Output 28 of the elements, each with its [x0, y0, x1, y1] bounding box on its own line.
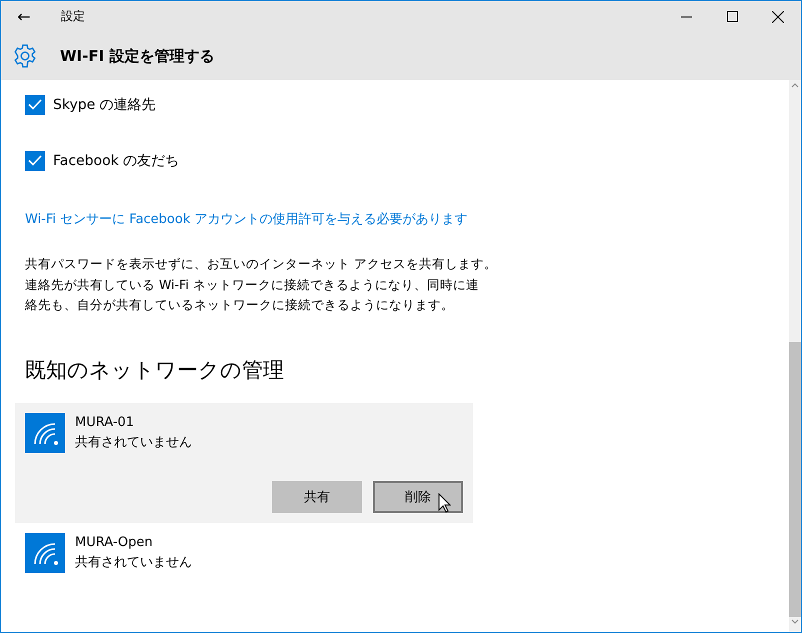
- checkbox[interactable]: [25, 94, 45, 114]
- permission-link[interactable]: Wi-Fi センサーに Facebook アカウントの使用許可を与える必要があります: [25, 210, 468, 228]
- maximize-icon: [726, 11, 738, 22]
- network-name: MURA-01: [75, 414, 136, 432]
- checkmark-icon: [28, 155, 42, 166]
- pointer-icon: [438, 492, 451, 512]
- network-status: 共有されていません: [75, 554, 192, 572]
- network-item[interactable]: MURA-Open 共有されていません: [15, 522, 473, 582]
- network-status: 共有されていません: [75, 434, 192, 452]
- close-icon: [772, 10, 784, 22]
- checkbox[interactable]: [25, 150, 45, 170]
- wifi-icon: [25, 532, 65, 572]
- back-button[interactable]: ←: [1, 7, 47, 26]
- scrollbar[interactable]: [789, 80, 801, 632]
- window-title: 設定: [61, 8, 86, 25]
- wifi-icon: [25, 412, 65, 452]
- share-button[interactable]: 共有: [272, 480, 362, 512]
- section-heading: 既知のネットワークの管理: [25, 356, 285, 384]
- description-text: 共有パスワードを表示せずに、お互いのインターネット アクセスを共有します。 連絡先が共有している Wi-Fi ネットワークに接続できるようになり、同時に連 絡先も、自分が共有しているネットワークに接続できるようになります。: [25, 255, 498, 314]
- page-title: WI-FI 設定を管理する: [60, 46, 214, 66]
- delete-button[interactable]: 削除: [373, 480, 463, 512]
- checkbox-label: Facebook の友だち: [53, 152, 180, 170]
- network-name: MURA-Open: [75, 534, 154, 552]
- checkbox-label: Skype の連絡先: [53, 96, 156, 114]
- scroll-thumb[interactable]: [789, 342, 801, 617]
- checkmark-icon: [28, 99, 42, 110]
- network-item[interactable]: MURA-01 共有されていません 共有 削除: [15, 402, 473, 522]
- settings-icon: [12, 43, 38, 69]
